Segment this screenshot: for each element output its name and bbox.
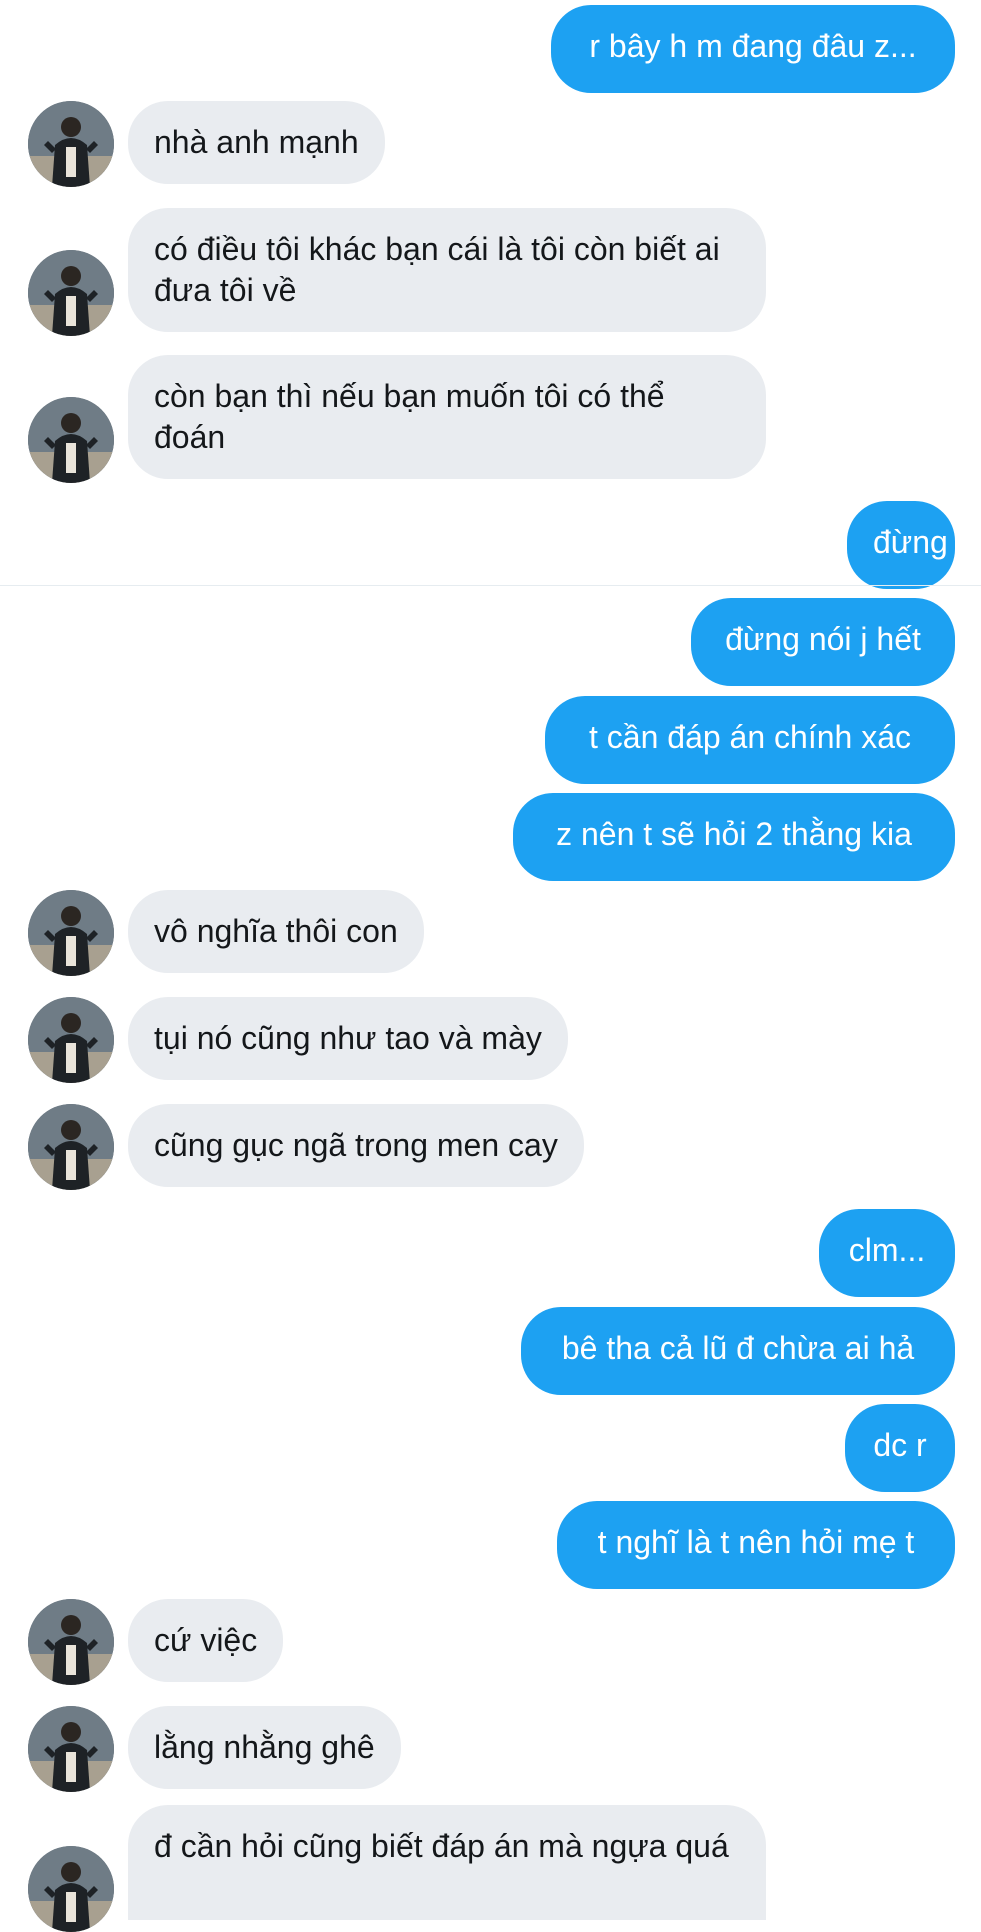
person-photo-icon (28, 890, 114, 976)
message-bubble-outgoing[interactable]: clm... (819, 1209, 955, 1297)
message-bubble-incoming[interactable]: có điều tôi khác bạn cái là tôi còn biết… (128, 208, 766, 332)
message-bubble-outgoing[interactable]: t cần đáp án chính xác (545, 696, 955, 784)
message-bubble-incoming[interactable]: đ cần hỏi cũng biết đáp án mà ngựa quá (128, 1805, 766, 1920)
contact-avatar[interactable] (28, 890, 114, 976)
message-bubble-outgoing[interactable]: đừng nói j hết (691, 598, 955, 686)
person-photo-icon (28, 101, 114, 187)
person-photo-icon (28, 997, 114, 1083)
message-bubble-incoming[interactable]: tụi nó cũng như tao và mày (128, 997, 568, 1080)
contact-avatar[interactable] (28, 1846, 114, 1932)
message-bubble-incoming[interactable]: cũng gục ngã trong men cay (128, 1104, 584, 1187)
person-photo-icon (28, 1104, 114, 1190)
contact-avatar[interactable] (28, 1706, 114, 1792)
message-bubble-incoming[interactable]: vô nghĩa thôi con (128, 890, 424, 973)
person-photo-icon (28, 1846, 114, 1932)
contact-avatar[interactable] (28, 397, 114, 483)
message-bubble-outgoing[interactable]: t nghĩ là t nên hỏi mẹ t (557, 1501, 955, 1589)
message-bubble-outgoing[interactable]: dc r (845, 1404, 955, 1492)
message-bubble-incoming[interactable]: còn bạn thì nếu bạn muốn tôi có thể đoán (128, 355, 766, 479)
contact-avatar[interactable] (28, 250, 114, 336)
message-bubble-outgoing[interactable]: z nên t sẽ hỏi 2 thằng kia (513, 793, 955, 881)
person-photo-icon (28, 397, 114, 483)
contact-avatar[interactable] (28, 101, 114, 187)
person-photo-icon (28, 1706, 114, 1792)
contact-avatar[interactable] (28, 1104, 114, 1190)
person-photo-icon (28, 1599, 114, 1685)
message-bubble-outgoing[interactable]: r bây h m đang đâu z... (551, 5, 955, 93)
contact-avatar[interactable] (28, 997, 114, 1083)
person-photo-icon (28, 250, 114, 336)
message-bubble-incoming[interactable]: nhà anh mạnh (128, 101, 385, 184)
contact-avatar[interactable] (28, 1599, 114, 1685)
message-thread: r bây h m đang đâu z... nhà anh mạnh có … (0, 0, 981, 1932)
message-bubble-outgoing[interactable]: bê tha cả lũ đ chừa ai hả (521, 1307, 955, 1395)
message-bubble-incoming[interactable]: cứ việc (128, 1599, 284, 1682)
message-bubble-outgoing[interactable]: đừng (847, 501, 955, 589)
message-bubble-incoming[interactable]: lằng nhằng ghê (128, 1706, 401, 1789)
divider (0, 585, 981, 586)
